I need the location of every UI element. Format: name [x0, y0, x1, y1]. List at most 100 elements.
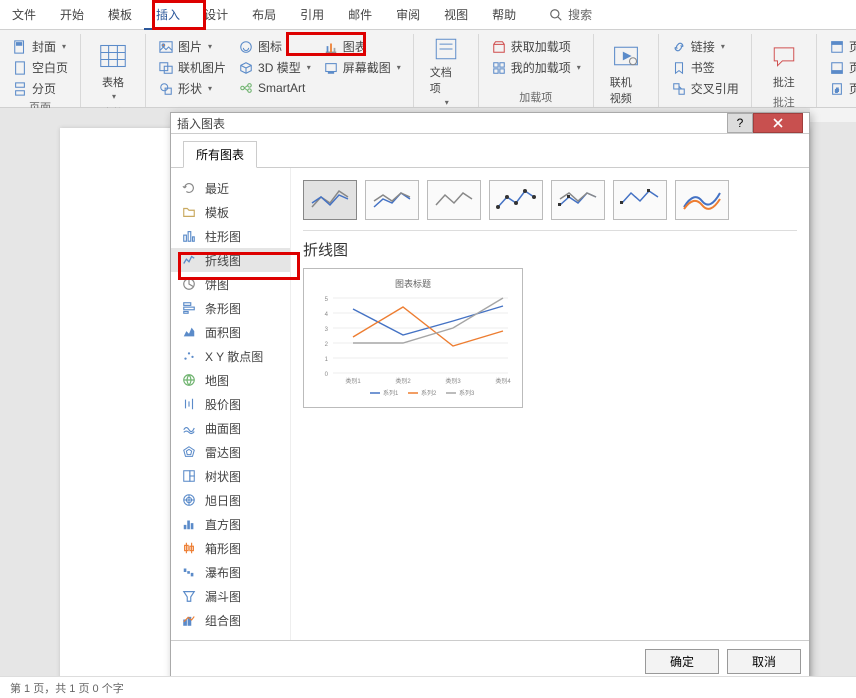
subtype-100stacked-markers[interactable]: [613, 180, 667, 220]
close-icon: [772, 117, 784, 129]
link-button[interactable]: 链接▾: [667, 36, 743, 57]
cat-combo[interactable]: 组合图: [171, 608, 290, 632]
box-chart-icon: [181, 540, 197, 556]
menu-insert[interactable]: 插入: [144, 0, 192, 30]
ribbon: 封面▾ 空白页 分页 页面 表格▾ 表格 图片▾ 联机图片 形状▾ 图标 3D …: [0, 30, 856, 108]
status-bar: 第 1 页，共 1 页 0 个字: [0, 676, 856, 698]
chart-preview[interactable]: 图表标题 5 4 3 2 1 0: [303, 268, 523, 408]
menu-file[interactable]: 文件: [0, 0, 48, 30]
dialog-close-button[interactable]: [753, 113, 803, 133]
svg-text:#: #: [835, 87, 839, 94]
ok-button[interactable]: 确定: [645, 649, 719, 674]
store-icon: [491, 39, 507, 55]
chart-type-panel: 折线图 图表标题 5 4 3 2 1 0: [291, 168, 809, 640]
stock-chart-icon: [181, 396, 197, 412]
cat-histogram[interactable]: 直方图: [171, 512, 290, 536]
chart-button[interactable]: 图表: [319, 36, 405, 57]
svg-text:0: 0: [325, 372, 329, 378]
comment-button[interactable]: 批注: [760, 36, 808, 94]
ribbon-group-links: 链接▾ 书签 交叉引用: [659, 34, 752, 107]
cat-map[interactable]: 地图: [171, 368, 290, 392]
menu-review[interactable]: 审阅: [384, 0, 432, 30]
subtype-stacked-markers[interactable]: [551, 180, 605, 220]
icons-button[interactable]: 图标: [234, 36, 315, 57]
footer-button[interactable]: 页脚: [825, 57, 856, 78]
subtype-line-markers[interactable]: [489, 180, 543, 220]
menu-layout[interactable]: 布局: [240, 0, 288, 30]
cat-surface[interactable]: 曲面图: [171, 416, 290, 440]
search-box[interactable]: 搜索: [548, 6, 592, 23]
cat-boxwhisker[interactable]: 箱形图: [171, 536, 290, 560]
cat-line[interactable]: 折线图: [171, 248, 290, 272]
shapes-icon: [158, 81, 174, 97]
menu-mailings[interactable]: 邮件: [336, 0, 384, 30]
picture-button[interactable]: 图片▾: [154, 36, 230, 57]
radar-chart-icon: [181, 444, 197, 460]
shapes-button[interactable]: 形状▾: [154, 78, 230, 99]
svg-text:类别1: 类别1: [345, 377, 361, 385]
menu-references[interactable]: 引用: [288, 0, 336, 30]
cancel-button[interactable]: 取消: [727, 649, 801, 674]
menu-templates[interactable]: 模板: [96, 0, 144, 30]
ribbon-group-doc: 文档项▾: [414, 34, 479, 107]
cat-pie[interactable]: 饼图: [171, 272, 290, 296]
cat-treemap[interactable]: 树状图: [171, 464, 290, 488]
combo-chart-icon: [181, 612, 197, 628]
page-icon: [12, 60, 28, 76]
tab-all-charts[interactable]: 所有图表: [183, 141, 257, 168]
pagenum-button[interactable]: #页码: [825, 78, 856, 99]
cat-bar[interactable]: 条形图: [171, 296, 290, 320]
table-button[interactable]: 表格▾: [89, 36, 137, 105]
cat-column[interactable]: 柱形图: [171, 224, 290, 248]
ribbon-group-illustrations: 图片▾ 联机图片 形状▾ 图标 3D 模型▾ SmartArt 图表 屏幕截图▾: [146, 34, 414, 107]
dialog-help-button[interactable]: ?: [727, 113, 753, 133]
cat-area[interactable]: 面积图: [171, 320, 290, 344]
ribbon-group-headerfooter: 页眉 页脚 #页码: [817, 34, 856, 107]
cat-recent[interactable]: 最近: [171, 176, 290, 200]
svg-text:系列3: 系列3: [459, 389, 475, 397]
screenshot-button[interactable]: 屏幕截图▾: [319, 57, 405, 78]
docitems-button[interactable]: 文档项▾: [422, 36, 470, 107]
menu-view[interactable]: 视图: [432, 0, 480, 30]
get-addins-button[interactable]: 获取加载项: [487, 36, 585, 57]
blank-page-button[interactable]: 空白页: [8, 57, 72, 78]
subtype-line[interactable]: [303, 180, 357, 220]
search-icon: [548, 7, 564, 23]
ribbon-group-addins: 获取加载项 我的加载项▾ 加载项: [479, 34, 594, 107]
subtype-100stacked-line[interactable]: [427, 180, 481, 220]
subtype-title: 折线图: [303, 239, 797, 260]
screenshot-icon: [323, 60, 339, 76]
3d-model-button[interactable]: 3D 模型▾: [234, 57, 315, 78]
cat-scatter[interactable]: X Y 散点图: [171, 344, 290, 368]
page-break-button[interactable]: 分页: [8, 78, 72, 99]
cat-templates[interactable]: 模板: [171, 200, 290, 224]
smartart-button[interactable]: SmartArt: [234, 78, 315, 98]
menu-design[interactable]: 设计: [192, 0, 240, 30]
menu-home[interactable]: 开始: [48, 0, 96, 30]
cover-button[interactable]: 封面▾: [8, 36, 72, 57]
my-addins-button[interactable]: 我的加载项▾: [487, 57, 585, 78]
crossref-button[interactable]: 交叉引用: [667, 78, 743, 99]
menu-help[interactable]: 帮助: [480, 0, 528, 30]
cat-funnel[interactable]: 漏斗图: [171, 584, 290, 608]
svg-text:类别3: 类别3: [445, 377, 461, 385]
break-icon: [12, 81, 28, 97]
online-picture-button[interactable]: 联机图片: [154, 57, 230, 78]
ribbon-group-pages: 封面▾ 空白页 分页 页面: [0, 34, 81, 107]
subtype-3d-line[interactable]: [675, 180, 729, 220]
cat-sunburst[interactable]: 旭日图: [171, 488, 290, 512]
cat-waterfall[interactable]: 瀑布图: [171, 560, 290, 584]
online-picture-icon: [158, 60, 174, 76]
cat-radar[interactable]: 雷达图: [171, 440, 290, 464]
surface-chart-icon: [181, 420, 197, 436]
header-button[interactable]: 页眉: [825, 36, 856, 57]
link-icon: [671, 39, 687, 55]
online-video-button[interactable]: 联机视频: [602, 36, 650, 110]
cat-stock[interactable]: 股价图: [171, 392, 290, 416]
recent-icon: [181, 180, 197, 196]
bookmark-button[interactable]: 书签: [667, 57, 743, 78]
svg-text:4: 4: [325, 312, 329, 318]
crossref-icon: [671, 81, 687, 97]
sunburst-chart-icon: [181, 492, 197, 508]
subtype-stacked-line[interactable]: [365, 180, 419, 220]
